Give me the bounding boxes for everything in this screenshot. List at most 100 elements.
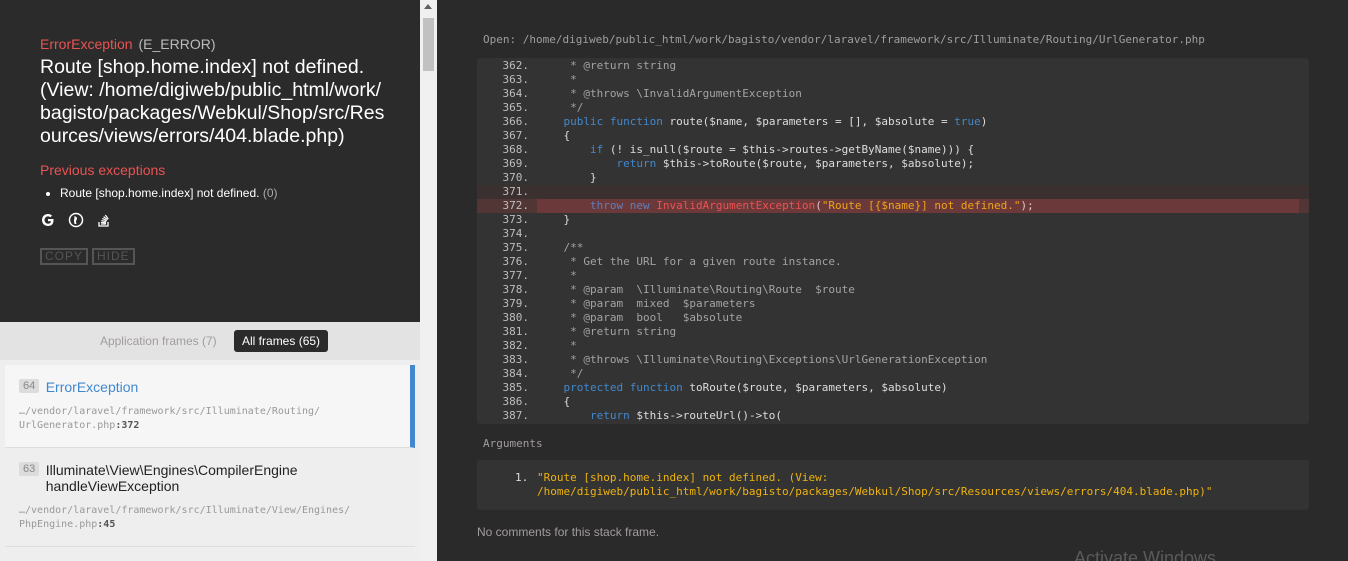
previous-exceptions-list: Route [shop.home.index] not defined. (0) — [40, 186, 380, 200]
code-line: 378. * @param \Illuminate\Routing\Route … — [477, 283, 1309, 297]
code-line: 363. * — [477, 73, 1309, 87]
copy-button[interactable]: COPY — [40, 248, 89, 265]
code-line: 377. * — [477, 269, 1309, 283]
frame-file: …/vendor/laravel/framework/src/Illuminat… — [19, 504, 401, 532]
line-number: 370. — [502, 171, 530, 184]
frame-class-name: Illuminate\View\Engines\CompilerEngine — [45, 462, 298, 478]
frame-file: …/vendor/laravel/framework/src/Illuminat… — [19, 405, 396, 433]
tab-application-frames[interactable]: Application frames (7) — [92, 330, 225, 352]
right-panel: Open: /home/digiweb/public_html/work/bag… — [437, 0, 1348, 561]
line-number: 368. — [502, 143, 530, 156]
line-number: 379. — [502, 297, 530, 310]
line-number: 381. — [502, 325, 530, 338]
stackoverflow-icon[interactable] — [96, 212, 112, 228]
line-number: 365. — [502, 101, 530, 114]
exception-message: Route [shop.home.index] not defined. (Vi… — [40, 56, 385, 147]
left-scrollbar[interactable] — [420, 0, 437, 561]
line-source: * @param \Illuminate\Routing\Route $rout… — [537, 283, 855, 296]
activate-windows-watermark: Activate Windows — [1074, 548, 1217, 561]
exception-class-line: ErrorException (E_ERROR) — [40, 36, 380, 52]
line-source: return $this->routeUrl()->to( — [589, 409, 783, 422]
left-panel: ErrorException (E_ERROR) Route [shop.hom… — [0, 0, 420, 561]
code-line: 372. throw new InvalidArgumentException(… — [477, 199, 1309, 213]
line-source: { — [537, 395, 571, 408]
code-line: 387. return $this->routeUrl()->to( — [477, 409, 1309, 423]
frame-file-name: UrlGenerator.php — [19, 420, 116, 431]
line-source: { — [537, 129, 571, 142]
google-icon[interactable] — [40, 212, 56, 228]
line-source: * @throws \Illuminate\Routing\Exceptions… — [537, 353, 988, 366]
line-number: 386. — [502, 395, 530, 408]
code-line: 384. */ — [477, 367, 1309, 381]
previous-exception-count: (0) — [262, 186, 278, 200]
code-line: 381. * @return string — [477, 325, 1309, 339]
code-line: 380. * @param bool $absolute — [477, 311, 1309, 325]
open-file-path[interactable]: /home/digiweb/public_html/work/bagisto/v… — [523, 33, 1205, 46]
frame-index: 64 — [19, 379, 40, 393]
line-source: /** — [537, 241, 584, 254]
code-line: 386. { — [477, 395, 1309, 409]
open-label: Open: — [483, 33, 517, 46]
scrollbar-thumb[interactable] — [423, 18, 434, 71]
previous-exception-item: Route [shop.home.index] not defined. (0) — [60, 186, 380, 200]
exception-header: ErrorException (E_ERROR) Route [shop.hom… — [0, 0, 420, 322]
argument-number: 1. — [515, 471, 529, 484]
code-line: 362. * @return string — [477, 59, 1309, 73]
frame-line: :372 — [115, 420, 140, 431]
exception-class: ErrorException — [40, 36, 133, 52]
code-line: 364. * @throws \InvalidArgumentException — [477, 87, 1309, 101]
line-source: */ — [537, 367, 584, 380]
line-source: * @throws \InvalidArgumentException — [537, 87, 802, 100]
line-source: public function route($name, $parameters… — [563, 115, 988, 128]
code-line: 370. } — [477, 171, 1309, 185]
search-icons — [40, 212, 380, 228]
line-number: 371. — [502, 185, 530, 198]
line-number: 363. — [502, 73, 530, 86]
line-number: 366. — [502, 115, 530, 128]
code-line: 373. } — [477, 213, 1309, 227]
line-source: * @param mixed $parameters — [537, 297, 756, 310]
line-number: 380. — [502, 311, 530, 324]
frames-list: 64 ErrorException …/vendor/laravel/frame… — [5, 365, 415, 547]
frame-method: handleViewException — [45, 478, 180, 494]
hide-button[interactable]: HIDE — [92, 248, 135, 265]
code-line: 366. public function route($name, $param… — [477, 115, 1309, 129]
line-number: 383. — [502, 353, 530, 366]
code-line: 383. * @throws \Illuminate\Routing\Excep… — [477, 353, 1309, 367]
line-number: 378. — [502, 283, 530, 296]
open-file-line: Open: /home/digiweb/public_html/work/bag… — [483, 33, 1205, 46]
code-line: 376. * Get the URL for a given route ins… — [477, 255, 1309, 269]
line-source: } — [537, 213, 571, 226]
line-source: } — [537, 171, 597, 184]
code-line: 367. { — [477, 129, 1309, 143]
tab-all-frames[interactable]: All frames (65) — [234, 330, 329, 352]
scroll-up-arrow-icon[interactable] — [424, 4, 432, 9]
frame-index: 63 — [19, 462, 40, 476]
line-number: 387. — [502, 409, 530, 422]
code-line: 365. */ — [477, 101, 1309, 115]
frame-item[interactable]: 63 Illuminate\View\Engines\CompilerEngin… — [5, 448, 415, 547]
line-source: * @return string — [537, 325, 677, 338]
code-line: 369. return $this->toRoute($route, $para… — [477, 157, 1309, 171]
no-comments-text: No comments for this stack frame. — [477, 525, 660, 539]
frame-item[interactable]: 64 ErrorException …/vendor/laravel/frame… — [5, 365, 415, 448]
code-line: 382. * — [477, 339, 1309, 353]
line-number: 377. — [502, 269, 530, 282]
line-source: * — [537, 73, 577, 86]
line-source: * @param bool $absolute — [537, 311, 743, 324]
code-view: 362. * @return string 363. * 364. * @throw… — [477, 58, 1309, 424]
line-number: 362. — [502, 59, 530, 72]
line-source: * — [537, 339, 577, 352]
code-line: 368. if (! is_null($route = $this->route… — [477, 143, 1309, 157]
line-number: 374. — [502, 227, 530, 240]
code-line: 379. * @param mixed $parameters — [477, 297, 1309, 311]
frame-class: Illuminate\View\Engines\CompilerEngine ha… — [46, 462, 298, 494]
line-number: 372. — [502, 199, 530, 212]
line-number: 369. — [502, 157, 530, 170]
duckduckgo-icon[interactable] — [68, 212, 84, 228]
frame-class: ErrorException — [45, 379, 139, 395]
code-line: 385. protected function toRoute($route, … — [477, 381, 1309, 395]
arguments-list: 1. "Route [shop.home.index] not defined.… — [477, 460, 1309, 510]
action-buttons: COPY HIDE — [40, 248, 380, 265]
line-number: 382. — [502, 339, 530, 352]
